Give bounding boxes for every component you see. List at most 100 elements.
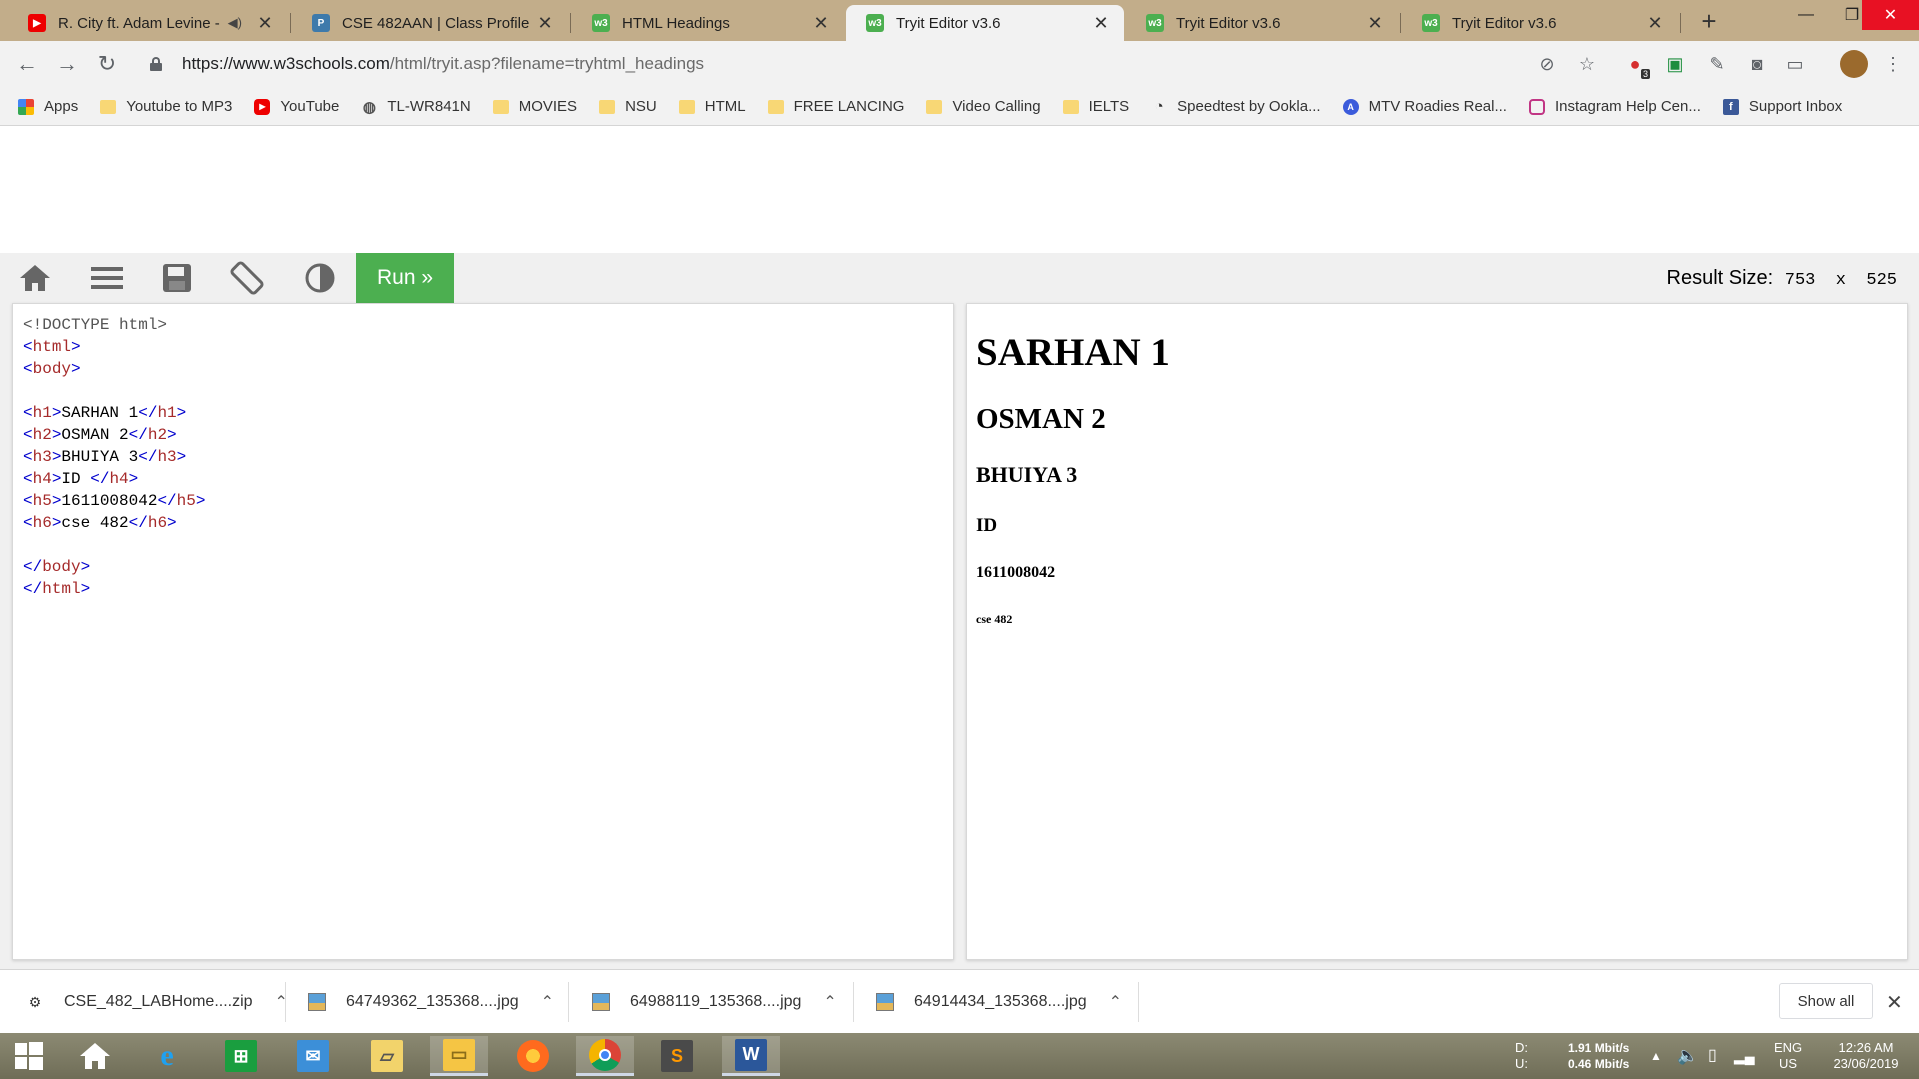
lock-icon[interactable] (150, 57, 162, 71)
clock[interactable]: 12:26 AM 23/06/2019 (1826, 1033, 1906, 1079)
bookmark-apps[interactable]: Apps (18, 98, 78, 115)
tab-tryit-editor-3[interactable]: w3 Tryit Editor v3.6 ✕ (1402, 5, 1678, 41)
adblock-extension-icon[interactable]: ● 3 (1624, 53, 1650, 79)
save-icon[interactable] (142, 253, 212, 303)
code-editor[interactable]: <!DOCTYPE html> <html> <body> <h1>SARHAN 1… (12, 303, 954, 960)
show-all-button[interactable]: Show all (1779, 983, 1873, 1019)
close-icon[interactable]: ✕ (536, 13, 554, 34)
close-icon[interactable]: ✕ (1366, 13, 1384, 34)
bookmark-speedtest[interactable]: ◔ Speedtest by Ookla... (1151, 98, 1321, 115)
divider (853, 982, 854, 1022)
language-indicator[interactable]: ENG US (1774, 1033, 1802, 1079)
result-h5: 1611008042 (976, 564, 1056, 581)
forward-button[interactable]: → (52, 49, 82, 79)
close-icon[interactable]: ✕ (812, 13, 830, 34)
code-line: <h1>SARHAN 1</h1> (23, 404, 187, 422)
tab-title: Tryit Editor v3.6 (1452, 14, 1557, 32)
bookmark-movies[interactable]: MOVIES (492, 98, 578, 115)
mail-icon[interactable]: ✉ (284, 1036, 342, 1076)
bookmark-html[interactable]: HTML (678, 98, 746, 115)
cast-extension-icon[interactable]: ▭ (1784, 53, 1806, 75)
ad-banner-area (0, 127, 1919, 253)
close-icon[interactable]: ✕ (1092, 13, 1110, 34)
download-item[interactable]: ⚙ CSE_482_LABHome....zip ⌃ (26, 970, 288, 1034)
code-line: <h3>BHUIYA 3</h3> (23, 448, 187, 466)
run-button[interactable]: Run » (356, 253, 454, 303)
folder-icon (100, 99, 117, 114)
bookmark-nsu[interactable]: NSU (599, 98, 657, 115)
download-item[interactable]: 64988119_135368....jpg ⌃ (592, 970, 837, 1034)
window-close-button[interactable]: ✕ (1862, 0, 1919, 30)
code-line: <html> (23, 338, 81, 356)
chevron-up-icon[interactable]: ⌃ (1109, 992, 1122, 1012)
mtv-icon: A (1342, 98, 1359, 115)
bookmark-video-calling[interactable]: Video Calling (926, 98, 1041, 115)
result-frame[interactable]: SARHAN 1 OSMAN 2 BHUIYA 3 ID 1611008042 … (966, 303, 1908, 960)
minimize-button[interactable]: — (1783, 0, 1829, 30)
folder-icon (1062, 99, 1079, 114)
tab-class-profile[interactable]: P CSE 482AAN | Class Profile | P ✕ (292, 5, 568, 41)
wifi-signal-icon[interactable]: ▂▄ (1734, 1033, 1755, 1079)
sticky-notes-icon[interactable]: ▱ (358, 1036, 416, 1076)
lock-extension-icon[interactable]: ▣ (1664, 53, 1686, 75)
tab-tryit-editor-active[interactable]: w3 Tryit Editor v3.6 ✕ (846, 5, 1124, 41)
close-icon[interactable]: ✕ (256, 13, 274, 34)
instagram-icon (1528, 98, 1545, 115)
result-h3: BHUIYA 3 (976, 462, 1078, 487)
bookmark-label: FREE LANCING (793, 98, 905, 115)
battery-icon[interactable]: ▯ (1708, 1033, 1717, 1079)
net-labels: D: U: (1515, 1033, 1528, 1079)
bookmark-star-icon[interactable]: ☆ (1576, 53, 1598, 75)
bookmark-tl-wr841n[interactable]: ◍ TL-WR841N (361, 98, 471, 116)
firefox-icon[interactable] (504, 1036, 562, 1076)
download-item[interactable]: 64749362_135368....jpg ⌃ (308, 970, 554, 1034)
close-icon[interactable]: ✕ (1646, 13, 1664, 34)
internet-explorer-icon[interactable]: e (138, 1036, 196, 1076)
address-bar[interactable]: https://www.w3schools.com/html/tryit.asp… (136, 46, 1586, 82)
close-icon[interactable]: ✕ (1886, 990, 1903, 1015)
word-icon[interactable]: W (722, 1036, 780, 1076)
tab-youtube-music[interactable]: ▶ R. City ft. Adam Levine - L ◀) ✕ (8, 5, 288, 41)
chevron-up-icon[interactable]: ⌃ (541, 992, 554, 1012)
network-speed: 1.91 Mbit/s 0.46 Mbit/s (1568, 1033, 1629, 1079)
windows-start-icon[interactable] (0, 1036, 58, 1076)
bookmark-label: MOVIES (518, 98, 578, 115)
new-tab-button[interactable]: + (1694, 6, 1724, 37)
reload-button[interactable]: ↻ (92, 49, 122, 79)
url-text[interactable]: https://www.w3schools.com/html/tryit.asp… (182, 54, 704, 74)
tryit-toolbar: Run » Result Size: 753 x 525 (0, 253, 1919, 303)
bookmark-youtube-to-mp3[interactable]: Youtube to MP3 (100, 98, 232, 115)
chrome-icon[interactable] (576, 1036, 634, 1076)
translate-blocked-icon[interactable]: ⊘ (1536, 53, 1558, 75)
bookmark-free-lancing[interactable]: FREE LANCING (767, 98, 905, 115)
theme-contrast-icon[interactable] (285, 253, 355, 303)
tab-html-headings[interactable]: w3 HTML Headings ✕ (572, 5, 844, 41)
tray-chevron-up-icon[interactable]: ▲ (1650, 1033, 1662, 1079)
chevron-up-icon[interactable]: ⌃ (823, 992, 836, 1012)
home-icon[interactable] (0, 253, 70, 303)
speaker-icon[interactable]: ◀) (228, 15, 242, 31)
volume-icon[interactable]: 🔈 (1677, 1033, 1698, 1079)
bookmark-youtube[interactable]: ▶ YouTube (254, 98, 339, 115)
sublime-text-icon[interactable]: S (648, 1036, 706, 1076)
store-icon[interactable]: ⊞ (212, 1036, 270, 1076)
bookmark-support-inbox[interactable]: f Support Inbox (1722, 98, 1842, 115)
tab-tryit-editor-2[interactable]: w3 Tryit Editor v3.6 ✕ (1126, 5, 1398, 41)
back-button[interactable]: ← (12, 49, 42, 79)
download-item[interactable]: 64914434_135368....jpg ⌃ (876, 970, 1122, 1034)
bookmark-mtv-roadies[interactable]: A MTV Roadies Real... (1342, 98, 1507, 115)
profile-avatar[interactable] (1840, 50, 1868, 78)
rotate-layout-icon[interactable] (212, 253, 282, 303)
eyedropper-extension-icon[interactable]: ✎ (1706, 53, 1728, 75)
camera-extension-icon[interactable]: ◙ (1746, 53, 1768, 75)
file-explorer-icon[interactable]: ▭ (430, 1036, 488, 1076)
bookmark-label: IELTS (1088, 98, 1130, 115)
w3schools-icon: w3 (1146, 14, 1164, 32)
home-icon[interactable] (66, 1036, 124, 1076)
bookmark-instagram-help[interactable]: Instagram Help Cen... (1528, 98, 1701, 115)
bookmark-ielts[interactable]: IELTS (1062, 98, 1130, 115)
divider (285, 982, 286, 1022)
menu-kebab-icon[interactable]: ⋮ (1882, 53, 1904, 75)
menu-hamburger-icon[interactable] (72, 253, 142, 303)
